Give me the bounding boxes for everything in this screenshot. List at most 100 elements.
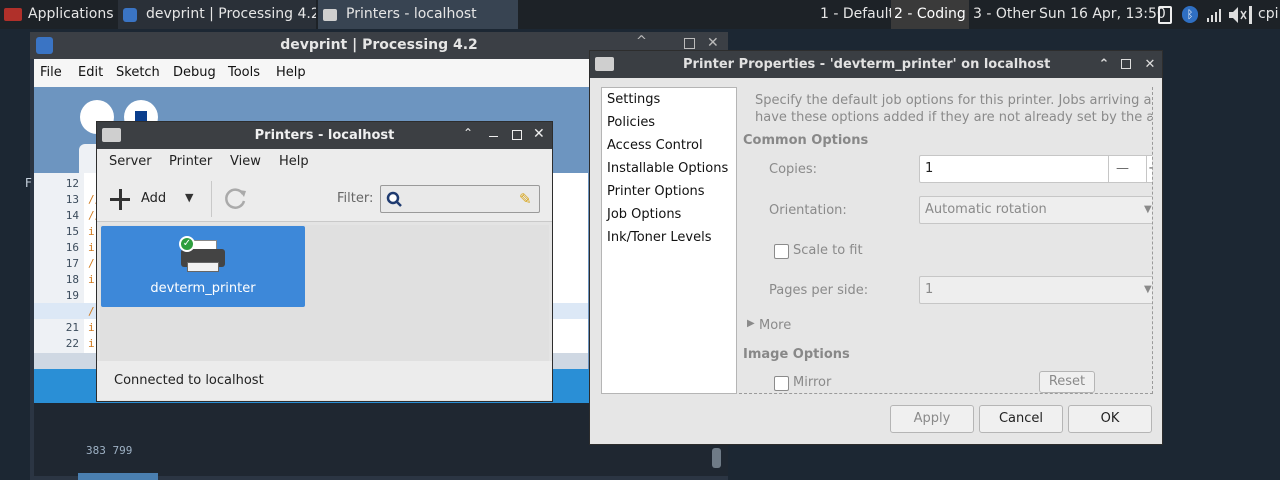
console-scrollbar[interactable] (712, 448, 721, 468)
reset-button[interactable]: Reset (1039, 371, 1095, 393)
maximize-icon[interactable] (512, 130, 522, 140)
applications-menu[interactable]: Applications (28, 0, 120, 29)
orientation-select[interactable]: Automatic rotation ▼ (919, 196, 1152, 224)
printers-list[interactable]: ✓ devterm_printer (100, 225, 549, 361)
minimize-icon[interactable] (489, 136, 498, 137)
more-expander[interactable]: More (759, 318, 791, 333)
side-letter: F (25, 176, 32, 190)
nav-installable-options[interactable]: Installable Options (607, 161, 728, 176)
intro-text-1: Specify the default job options for this… (755, 93, 1152, 108)
code-line: i (88, 337, 95, 350)
close-icon[interactable]: ✕ (533, 126, 545, 142)
filter-label: Filter: (337, 191, 374, 206)
status-bar: Connected to localhost (97, 361, 552, 400)
menu-view[interactable]: View (230, 149, 261, 175)
line-number: 22 (65, 337, 79, 350)
menu-debug[interactable]: Debug (173, 59, 216, 87)
scale-to-fit-checkbox[interactable] (774, 244, 789, 259)
menu-edit[interactable]: Edit (78, 59, 103, 87)
menu-printer[interactable]: Printer (169, 149, 212, 175)
intro-text-2: have these options added if they are not… (755, 110, 1153, 125)
job-options-panel: Specify the default job options for this… (739, 87, 1153, 394)
printer-item[interactable]: ✓ devterm_printer (101, 226, 305, 307)
check-icon: ✓ (179, 236, 195, 252)
mirror-checkbox[interactable] (774, 376, 789, 391)
printer-large-icon: ✓ (179, 236, 227, 274)
increment-button[interactable]: + (1148, 156, 1152, 182)
close-icon[interactable]: ✕ (707, 35, 719, 51)
chevron-down-icon: ▼ (1144, 284, 1152, 295)
task-printers[interactable]: Printers - localhost (318, 0, 518, 29)
pages-per-side-select[interactable]: 1 ▼ (919, 276, 1152, 304)
mirror-label: Mirror (793, 375, 832, 390)
workspace-2[interactable]: 2 - Coding (891, 0, 969, 29)
code-line: / (88, 305, 95, 318)
nav-job-options[interactable]: Job Options (607, 207, 681, 222)
nav-access-control[interactable]: Access Control (607, 138, 703, 153)
nav-settings[interactable]: Settings (607, 92, 660, 107)
signal-icon[interactable] (1206, 7, 1222, 36)
processing-logo-icon (36, 37, 53, 54)
add-button[interactable]: Add ▼ (109, 184, 213, 214)
filter-input[interactable]: ✎ (380, 185, 540, 213)
bottom-tab[interactable] (78, 473, 158, 480)
processing-icon (123, 8, 137, 22)
menu-help[interactable]: Help (279, 149, 309, 175)
chevron-down-icon: ▼ (1144, 204, 1152, 215)
line-number: 16 (65, 241, 79, 254)
apply-button[interactable]: Apply (890, 405, 974, 433)
expander-icon[interactable]: ▶ (747, 318, 755, 329)
add-label: Add (141, 191, 167, 206)
code-line: i (88, 321, 95, 334)
line-number: 19 (65, 289, 79, 302)
cancel-button[interactable]: Cancel (979, 405, 1063, 433)
cpu-label: cpi (1258, 6, 1279, 22)
maximize-icon[interactable] (1121, 59, 1131, 69)
mic-icon[interactable] (1249, 6, 1252, 24)
printers-menubar: Server Printer View Help (97, 149, 552, 175)
task-processing[interactable]: devprint | Processing 4.2 (118, 0, 316, 29)
maximize-icon[interactable] (684, 38, 695, 49)
battery-icon[interactable] (1158, 6, 1172, 24)
menu-tools[interactable]: Tools (228, 59, 260, 87)
nav-printer-options[interactable]: Printer Options (607, 184, 705, 199)
decrement-button[interactable]: — (1116, 156, 1129, 182)
printers-titlebar[interactable]: Printers - localhost (97, 122, 552, 149)
chevron-up-icon[interactable]: ⌃ (1095, 51, 1113, 78)
line-number: 18 (65, 273, 79, 286)
line-number: 21 (65, 321, 79, 334)
properties-title: Printer Properties - 'devterm_printer' o… (683, 57, 1051, 72)
code-line: i (88, 225, 95, 238)
chevron-down-icon[interactable]: ▼ (185, 191, 193, 204)
console-text: 383 799 (86, 444, 133, 457)
bluetooth-icon[interactable]: ᛒ (1182, 6, 1198, 23)
close-icon[interactable]: ✕ (1141, 51, 1159, 78)
refresh-icon[interactable] (224, 187, 248, 211)
image-options-heading: Image Options (743, 347, 850, 362)
printers-toolbar: Add ▼ Filter: ✎ (97, 175, 552, 222)
printer-name: devterm_printer (150, 281, 256, 296)
workspace-1[interactable]: 1 - Default (820, 0, 894, 29)
copies-field[interactable]: 1 — + (919, 155, 1152, 183)
ok-button[interactable]: OK (1068, 405, 1152, 433)
orientation-label: Orientation: (769, 203, 847, 218)
chevron-up-icon[interactable]: ⌃ (463, 126, 473, 140)
minimize-icon[interactable]: ^ (636, 34, 647, 49)
menu-file[interactable]: File (40, 59, 62, 87)
nav-policies[interactable]: Policies (607, 115, 655, 130)
nav-ink-toner-levels[interactable]: Ink/Toner Levels (607, 230, 711, 245)
menu-help[interactable]: Help (276, 59, 306, 87)
line-gutter: 121314151617181920212223 (34, 173, 84, 366)
code-line: i (88, 241, 95, 254)
code-line: / (88, 257, 95, 270)
volume-icon[interactable] (1228, 6, 1248, 35)
menu-server[interactable]: Server (109, 149, 152, 175)
workspace-3[interactable]: 3 - Other (973, 0, 1036, 29)
properties-titlebar[interactable]: Printer Properties - 'devterm_printer' o… (590, 51, 1162, 78)
line-number: 12 (65, 177, 79, 190)
clear-icon[interactable]: ✎ (519, 190, 532, 208)
toolbar-divider (211, 181, 212, 217)
printer-icon (595, 57, 614, 71)
line-number: 14 (65, 209, 79, 222)
menu-sketch[interactable]: Sketch (116, 59, 160, 87)
